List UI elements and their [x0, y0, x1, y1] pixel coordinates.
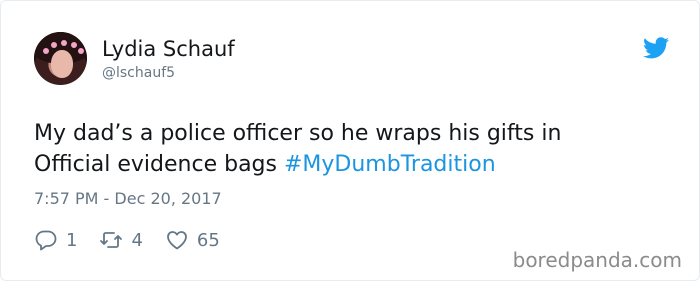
- like-button[interactable]: 65: [165, 228, 220, 252]
- retweet-icon: [100, 232, 123, 248]
- avatar-face: [51, 50, 73, 78]
- retweet-button[interactable]: 4: [99, 228, 143, 252]
- reply-icon: [35, 230, 57, 251]
- tweet-card: Lydia Schauf @lschauf5 My dad’s a police…: [0, 0, 700, 281]
- like-count: 65: [196, 229, 220, 251]
- reply-count: 1: [66, 229, 78, 251]
- reply-button[interactable]: 1: [34, 228, 77, 252]
- avatar-flower: [51, 42, 57, 48]
- retweet-count: 4: [131, 229, 143, 251]
- author-handle[interactable]: @lschauf5: [102, 64, 175, 82]
- avatar-flower: [71, 42, 77, 48]
- avatar[interactable]: [34, 32, 87, 85]
- tweet-timestamp[interactable]: 7:57 PM - Dec 20, 2017: [34, 189, 222, 209]
- watermark: boredpanda.com: [512, 248, 682, 272]
- tweet-text-line: My dad’s a police officer so he wraps hi…: [34, 121, 562, 146]
- hashtag-link[interactable]: #MyDumbTradition: [284, 152, 496, 177]
- tweet-text-fragment: Official evidence bags: [34, 152, 284, 177]
- avatar-flower: [61, 40, 67, 46]
- avatar-flower: [43, 48, 49, 54]
- twitter-bird-icon[interactable]: [643, 37, 669, 59]
- heart-icon: [167, 231, 187, 250]
- tweet-text-line: Official evidence bags #MyDumbTradition: [34, 149, 674, 180]
- avatar-flower: [78, 48, 84, 54]
- tweet-actions: 1 4 65: [34, 228, 242, 252]
- author-name[interactable]: Lydia Schauf: [102, 36, 235, 62]
- tweet-text: My dad’s a police officer so he wraps hi…: [34, 118, 674, 180]
